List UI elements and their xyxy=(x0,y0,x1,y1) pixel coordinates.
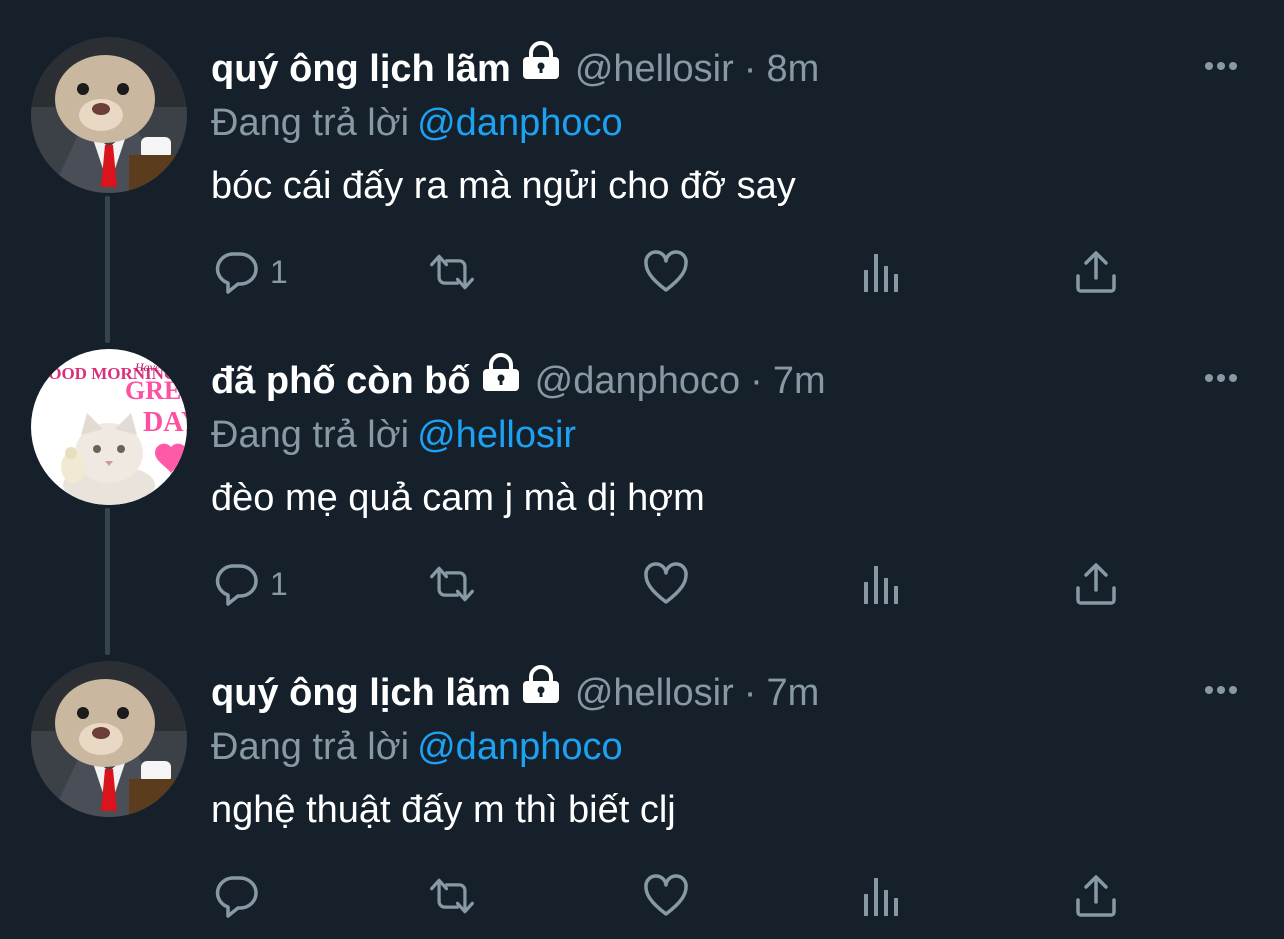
replying-to: Đang trả lời @danphoco xyxy=(211,97,623,149)
more-icon[interactable] xyxy=(1196,665,1246,715)
reply-button[interactable]: 1 xyxy=(212,554,288,614)
like-button[interactable] xyxy=(642,866,690,926)
analytics-button[interactable] xyxy=(858,866,906,926)
tweet-header: quý ông lịch lãm @hellosir · 8m xyxy=(211,41,819,97)
more-icon[interactable] xyxy=(1196,353,1246,403)
like-button[interactable] xyxy=(642,242,690,302)
display-name[interactable]: quý ông lịch lãm xyxy=(211,665,511,721)
analytics-icon xyxy=(858,248,906,296)
tweet-actions: 1 xyxy=(0,242,1284,302)
replying-to-handle[interactable]: @hellosir xyxy=(417,414,576,456)
more-icon[interactable] xyxy=(1196,41,1246,91)
retweet-icon xyxy=(428,248,476,296)
like-button[interactable] xyxy=(642,554,690,614)
tweet[interactable]: quý ông lịch lãm @hellosir · 7m Đang trả… xyxy=(0,661,1284,939)
reply-button[interactable]: 1 xyxy=(212,242,288,302)
share-button[interactable] xyxy=(1072,866,1120,926)
share-icon xyxy=(1072,560,1120,608)
share-icon xyxy=(1072,872,1120,920)
lock-icon xyxy=(519,665,563,705)
share-icon xyxy=(1072,248,1120,296)
tweet-text: nghệ thuật đấy m thì biết clj xyxy=(211,789,676,831)
heart-icon xyxy=(642,248,690,296)
tweet[interactable]: quý ông lịch lãm @hellosir · 8m Đang trả… xyxy=(0,37,1284,349)
replying-to: Đang trả lời @danphoco xyxy=(211,721,623,773)
separator-dot: · xyxy=(750,360,763,402)
timestamp[interactable]: 8m xyxy=(766,41,819,97)
lock-icon xyxy=(519,41,563,81)
analytics-button[interactable] xyxy=(858,554,906,614)
tweet-actions xyxy=(0,866,1284,926)
replying-to-handle[interactable]: @danphoco xyxy=(417,102,623,144)
reply-icon xyxy=(212,248,260,296)
separator-dot: · xyxy=(743,48,757,90)
lock-icon xyxy=(479,353,523,393)
tweet-actions: 1 xyxy=(0,554,1284,614)
avatar-text: DAY xyxy=(143,407,187,438)
analytics-icon xyxy=(858,872,906,920)
display-name[interactable]: quý ông lịch lãm xyxy=(211,41,511,97)
retweet-button[interactable] xyxy=(428,242,476,302)
tweet-text: đèo mẹ quả cam j mà dị hợm xyxy=(211,477,705,519)
analytics-button[interactable] xyxy=(858,242,906,302)
user-handle[interactable]: @hellosir xyxy=(575,41,734,97)
user-handle[interactable]: @hellosir xyxy=(575,665,734,721)
heart-icon xyxy=(642,560,690,608)
timestamp[interactable]: 7m xyxy=(766,665,819,721)
tweet[interactable]: GOOD MORNING Have a GREAT DAY đã phố còn… xyxy=(0,349,1284,661)
avatar[interactable] xyxy=(31,661,187,817)
analytics-icon xyxy=(858,560,906,608)
tweet-header: quý ông lịch lãm @hellosir · 7m xyxy=(211,665,819,721)
reply-count: 1 xyxy=(270,253,288,290)
timestamp[interactable]: 7m xyxy=(773,353,826,409)
replying-to-handle[interactable]: @danphoco xyxy=(417,726,623,768)
avatar[interactable] xyxy=(31,37,187,193)
conversation-thread: quý ông lịch lãm @hellosir · 8m Đang trả… xyxy=(0,0,1284,939)
separator-dot: · xyxy=(743,672,757,714)
reply-icon xyxy=(212,560,260,608)
replying-label: Đang trả lời xyxy=(211,102,410,144)
reply-count: 1 xyxy=(270,565,288,602)
retweet-button[interactable] xyxy=(428,866,476,926)
tweet-header: đã phố còn bố @danphoco · 7m xyxy=(211,353,826,409)
avatar[interactable]: GOOD MORNING Have a GREAT DAY xyxy=(31,349,187,505)
tweet-text: bóc cái đấy ra mà ngửi cho đỡ say xyxy=(211,165,796,207)
share-button[interactable] xyxy=(1072,242,1120,302)
retweet-icon xyxy=(428,872,476,920)
replying-label: Đang trả lời xyxy=(211,414,410,456)
replying-to: Đang trả lời @hellosir xyxy=(211,409,576,461)
avatar-text: Have a xyxy=(134,360,169,374)
user-handle[interactable]: @danphoco xyxy=(535,353,741,409)
reply-icon xyxy=(212,872,260,920)
avatar-text: GREAT xyxy=(125,376,187,405)
retweet-icon xyxy=(428,560,476,608)
reply-button[interactable] xyxy=(212,866,270,926)
replying-label: Đang trả lời xyxy=(211,726,410,768)
display-name[interactable]: đã phố còn bố xyxy=(211,353,471,409)
heart-icon xyxy=(642,872,690,920)
retweet-button[interactable] xyxy=(428,554,476,614)
share-button[interactable] xyxy=(1072,554,1120,614)
